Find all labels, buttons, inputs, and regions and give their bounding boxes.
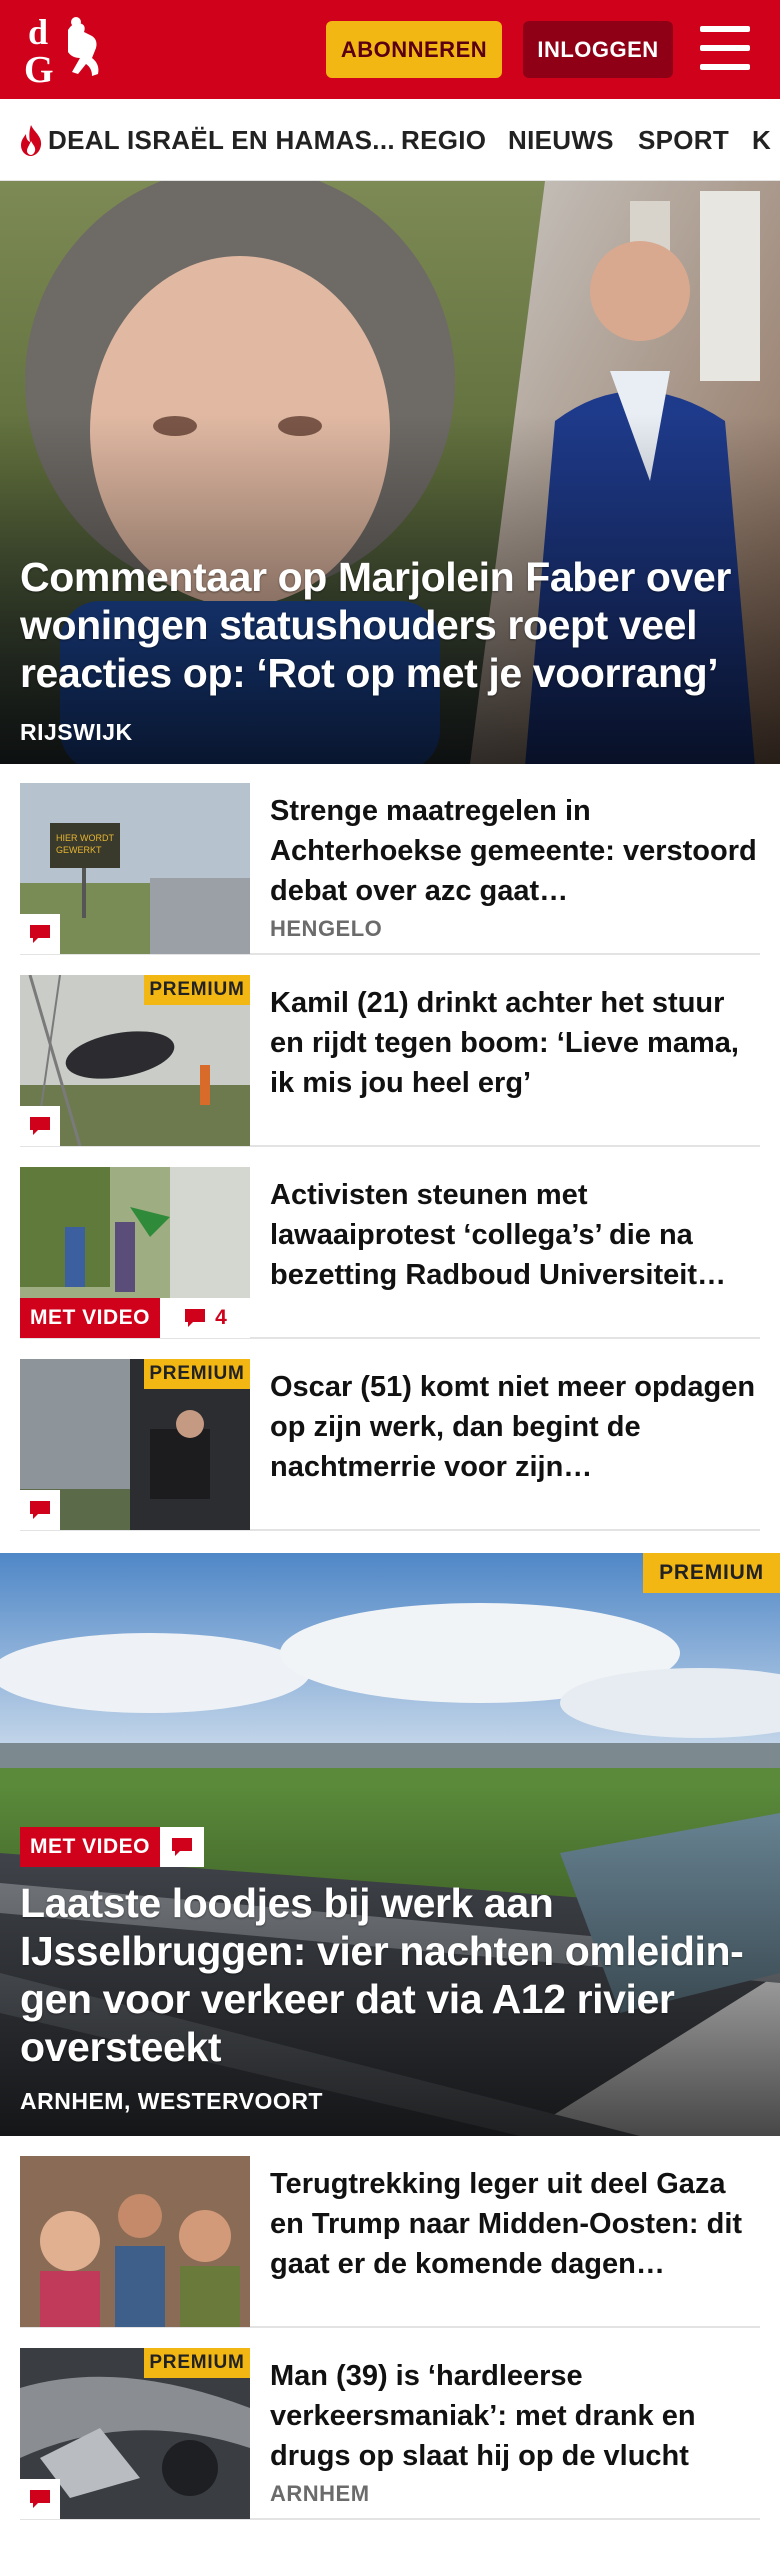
comment-icon [20, 1490, 60, 1530]
premium-badge: PREMIUM [144, 975, 250, 1005]
premium-badge: PREMIUM [144, 2348, 250, 2378]
article-thumbnail [20, 2156, 250, 2327]
premium-badge: PREMIUM [144, 1359, 250, 1389]
svg-text:HIER WORDT: HIER WORDT [56, 833, 114, 843]
flame-icon [21, 125, 42, 156]
top-bar: d G ABONNEREN INLOGGEN [0, 0, 780, 99]
article-item[interactable]: PREMIUM Kamil (21) drinkt achter het stu… [20, 975, 760, 1147]
menu-icon[interactable] [700, 26, 750, 70]
article-title: Oscar (51) komt niet meer opdagen op zij… [270, 1371, 756, 1483]
nav-item-deal-israel[interactable]: DEAL ISRAËL EN HAMAS... [16, 99, 395, 180]
hero-location: RIJSWIJK [20, 719, 133, 745]
article-title: Man (39) is ‘hardleerse verkeersmaniak’:… [270, 2360, 696, 2472]
svg-text:GEWERKT: GEWERKT [56, 845, 102, 855]
article-title: Activisten steunen met lawaaiprotest ‘co… [270, 1179, 726, 1291]
nav-label: DEAL ISRAËL EN HAMAS... [48, 124, 395, 155]
comment-icon [20, 2479, 60, 2519]
article-location: ARNHEM [270, 2481, 370, 2506]
video-badge: MET VIDEO [20, 1827, 160, 1867]
article-item[interactable]: PREMIUM Oscar (51) komt niet meer opdage… [20, 1359, 760, 1531]
nav-item-regio[interactable]: REGIO [401, 99, 487, 180]
comment-icon [20, 914, 60, 954]
nav-item-sport[interactable]: SPORT [638, 99, 730, 180]
comment-count: 4 [160, 1298, 250, 1338]
hero-article-1[interactable]: Commentaar op Marjolein Faber over wonin… [0, 181, 780, 764]
nav-label: SPORT [638, 124, 730, 155]
subscribe-button[interactable]: ABONNEREN [326, 21, 502, 78]
login-button[interactable]: INLOGGEN [523, 21, 673, 78]
nav-label: REGIO [401, 124, 487, 155]
nav-label: K [752, 124, 772, 155]
section-nav: DEAL ISRAËL EN HAMAS... REGIO NIEUWS SPO… [0, 99, 780, 181]
comment-icon [20, 1106, 60, 1146]
hero-article-2[interactable]: PREMIUM MET VIDEO Laatste loodjes bij we… [0, 1553, 780, 2136]
site-logo[interactable]: d G [20, 10, 120, 91]
article-item[interactable]: MET VIDEO 4 Activisten steunen met lawaa… [20, 1167, 760, 1339]
article-title: Strenge maatregelen in Achterhoekse geme… [270, 795, 757, 907]
article-title: Kamil (21) drinkt achter het stuur en ri… [270, 987, 739, 1099]
comment-icon [160, 1827, 204, 1867]
svg-text:G: G [24, 49, 54, 90]
nav-label: NIEUWS [508, 124, 614, 155]
article-item[interactable]: HIER WORDT GEWERKT Strenge maatregelen i… [20, 783, 760, 955]
hero-title: Commentaar op Marjolein Faber over wonin… [20, 554, 731, 696]
comment-count-value: 4 [215, 1306, 227, 1329]
hero-location: ARNHEM, WESTERVOORT [20, 2088, 323, 2114]
comment-icon [185, 1309, 206, 1327]
nav-item-overflow[interactable]: K [752, 99, 772, 180]
svg-text:d: d [28, 12, 48, 52]
article-item[interactable]: Terugtrekking leger uit deel Gaza en Tru… [20, 2156, 760, 2328]
article-item[interactable]: PREMIUM Man (39) is ‘hardleerse verkeers… [20, 2348, 760, 2520]
premium-badge: PREMIUM [643, 1553, 780, 1593]
hero-title: Laatste loodjes bij werk aan IJsselbrugg… [20, 1880, 744, 2070]
video-badge: MET VIDEO [20, 1298, 160, 1338]
nav-item-nieuws[interactable]: NIEUWS [508, 99, 614, 180]
article-title: Terugtrekking leger uit deel Gaza en Tru… [270, 2168, 743, 2280]
article-location: HENGELO [270, 916, 383, 941]
